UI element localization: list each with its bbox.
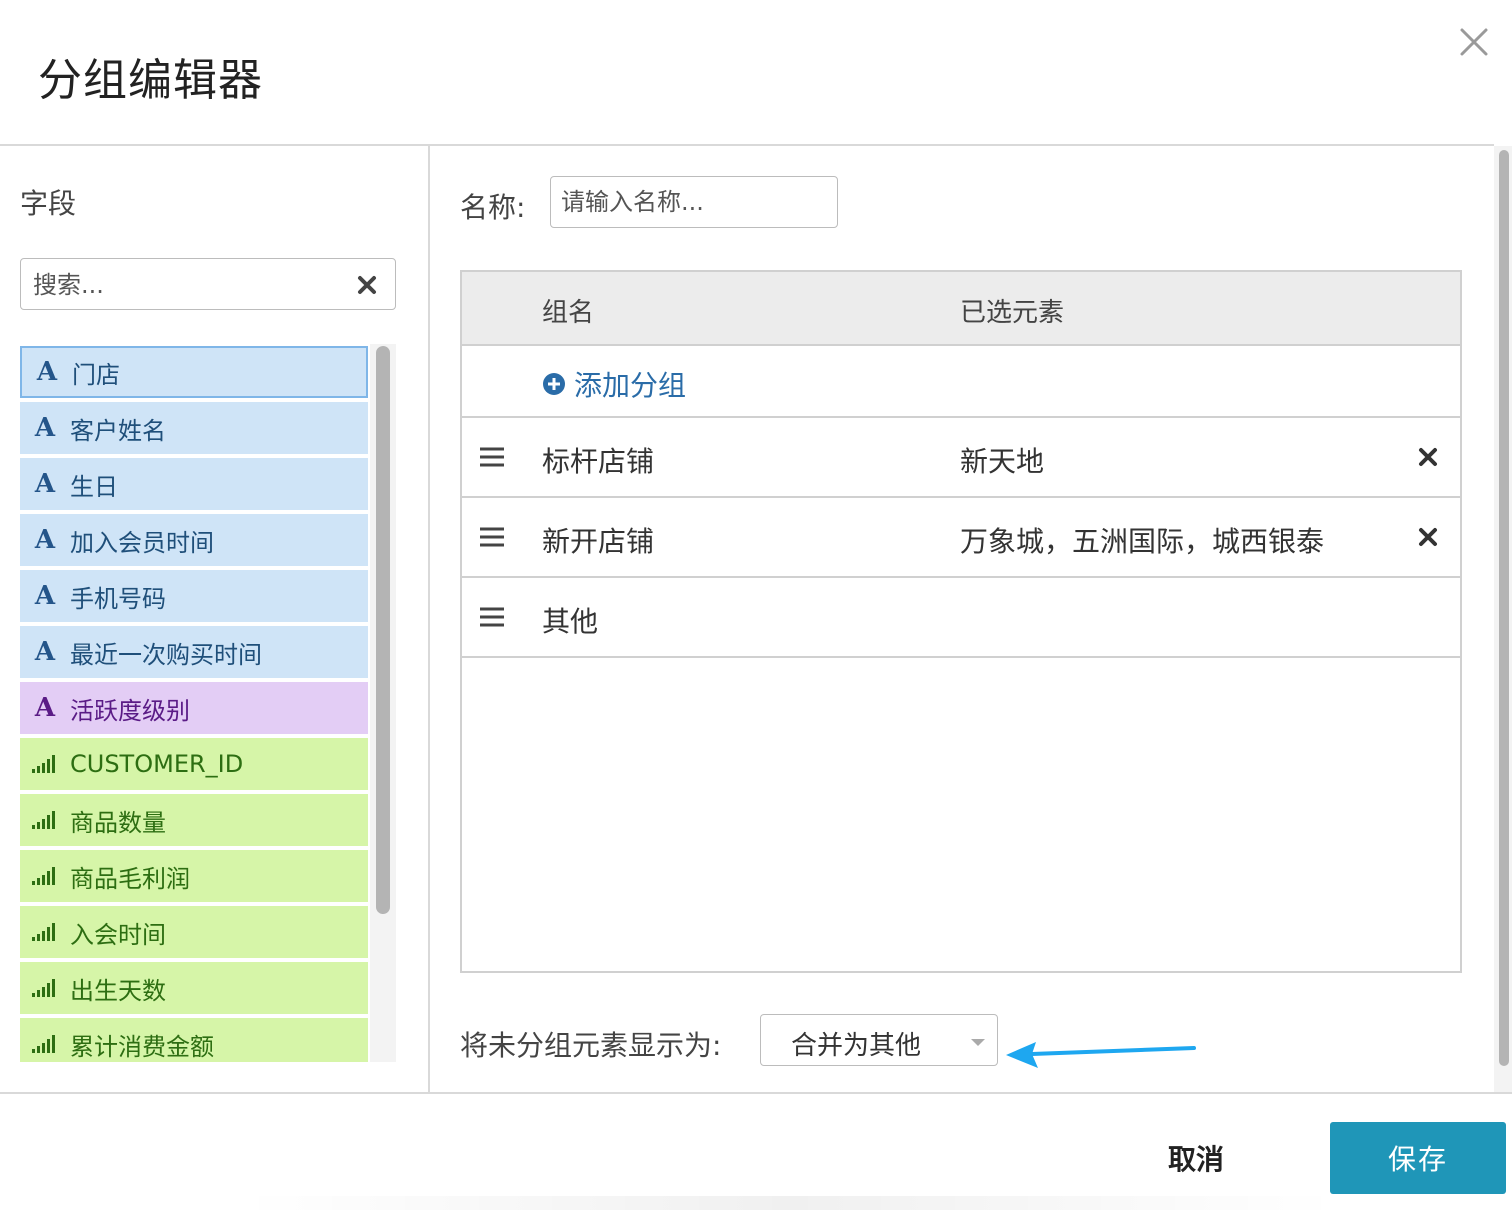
field-item-label: 出生天数 <box>70 976 166 1005</box>
field-item-label: 门店 <box>72 360 120 389</box>
bar-signal-icon <box>20 805 70 836</box>
name-label: 名称: <box>460 191 526 224</box>
table-row[interactable]: 标杆店铺 新天地 <box>462 418 1460 498</box>
ungrouped-display-value: 合并为其他 <box>791 1031 922 1061</box>
group-table: 组名 已选元素 添加分组 标杆店铺 新天地 新开店铺 万象城，五洲国际，城西银泰… <box>460 270 1462 973</box>
field-item-label: 最近一次购买时间 <box>70 640 262 669</box>
footer-divider <box>0 1092 1512 1094</box>
editor-scrollbar-thumb[interactable] <box>1499 150 1509 1066</box>
field-item[interactable]: A 门店 <box>20 346 368 398</box>
field-item[interactable]: 商品数量 <box>20 794 368 846</box>
chevron-down-icon <box>971 1039 985 1046</box>
add-group-button[interactable]: 添加分组 <box>542 364 686 404</box>
field-item-label: 手机号码 <box>70 584 166 613</box>
text-type-icon: A <box>34 581 56 611</box>
close-icon[interactable] <box>1452 20 1496 64</box>
group-name-cell: 新开店铺 <box>542 525 655 558</box>
ungrouped-display-label: 将未分组元素显示为: <box>460 1029 722 1062</box>
field-item-label: 客户姓名 <box>70 416 166 445</box>
save-button[interactable]: 保存 <box>1330 1122 1506 1194</box>
column-header-group-name: 组名 <box>542 298 595 328</box>
group-editor-dialog: 分组编辑器 字段 A 门店 A 客户姓名 A 生日 A 加入会员时间 A 手机号码 A 最近一次购买时… <box>0 0 1512 1210</box>
ungrouped-display-select[interactable]: 合并为其他 <box>760 1014 998 1066</box>
bar-signal-icon <box>20 973 70 1004</box>
group-name-cell: 标杆店铺 <box>542 445 655 478</box>
field-search-input[interactable] <box>31 267 345 303</box>
text-type-icon: A <box>36 357 58 387</box>
field-item-label: CUSTOMER_ID <box>70 750 244 778</box>
bar-signal-icon <box>20 1029 70 1060</box>
field-item[interactable]: 累计消费金额 <box>20 1018 368 1062</box>
clear-search-icon[interactable] <box>355 273 379 297</box>
group-name-cell: 其他 <box>542 605 599 638</box>
field-item-label: 活跃度级别 <box>70 696 190 725</box>
cancel-button[interactable]: 取消 <box>1168 1138 1224 1178</box>
add-group-row: 添加分组 <box>462 346 1460 418</box>
field-item[interactable]: A 生日 <box>20 458 368 510</box>
plus-circle-icon <box>543 373 565 395</box>
field-item[interactable]: 商品毛利润 <box>20 850 368 902</box>
text-type-icon: A <box>34 469 56 499</box>
field-item[interactable]: A 客户姓名 <box>20 402 368 454</box>
text-type-icon: A <box>34 637 56 667</box>
field-list: A 门店 A 客户姓名 A 生日 A 加入会员时间 A 手机号码 A 最近一次购买时间 A 活跃度级别 CU… <box>20 346 370 1062</box>
field-item-label: 商品数量 <box>70 808 166 837</box>
bar-signal-icon <box>20 917 70 948</box>
field-item[interactable]: A 加入会员时间 <box>20 514 368 566</box>
dialog-title: 分组编辑器 <box>38 55 263 106</box>
group-elements-cell: 万象城，五洲国际，城西银泰 <box>960 525 1325 558</box>
field-item[interactable]: A 最近一次购买时间 <box>20 626 368 678</box>
fields-label: 字段 <box>20 187 77 220</box>
field-item-label: 商品毛利润 <box>70 864 190 893</box>
drag-handle-icon[interactable] <box>480 446 504 468</box>
panel-divider <box>428 146 430 1092</box>
field-item[interactable]: A 手机号码 <box>20 570 368 622</box>
footer-shadow <box>240 1196 1340 1210</box>
column-header-selected-elements: 已选元素 <box>960 298 1065 328</box>
drag-handle-icon[interactable] <box>480 526 504 548</box>
field-list-scrollbar-thumb[interactable] <box>376 346 390 914</box>
field-item[interactable]: 入会时间 <box>20 906 368 958</box>
field-item-label: 生日 <box>70 472 118 501</box>
text-type-icon: A <box>34 525 56 555</box>
bar-signal-icon <box>20 749 70 780</box>
table-row[interactable]: 其他 <box>462 578 1460 658</box>
table-header-row: 组名 已选元素 <box>462 272 1460 346</box>
field-item[interactable]: 出生天数 <box>20 962 368 1014</box>
name-input[interactable] <box>550 176 838 228</box>
field-item-label: 累计消费金额 <box>70 1032 214 1061</box>
add-group-label: 添加分组 <box>574 369 687 402</box>
field-item-label: 加入会员时间 <box>70 528 214 557</box>
bar-signal-icon <box>20 861 70 892</box>
text-type-icon: A <box>34 413 56 443</box>
table-row[interactable]: 新开店铺 万象城，五洲国际，城西银泰 <box>462 498 1460 578</box>
delete-row-icon[interactable] <box>1418 527 1438 547</box>
field-item[interactable]: CUSTOMER_ID <box>20 738 368 790</box>
field-search-box <box>20 258 396 310</box>
field-item[interactable]: A 活跃度级别 <box>20 682 368 734</box>
delete-row-icon[interactable] <box>1418 447 1438 467</box>
group-elements-cell: 新天地 <box>960 445 1045 478</box>
field-item-label: 入会时间 <box>70 920 166 949</box>
drag-handle-icon[interactable] <box>480 606 504 628</box>
text-type-icon: A <box>34 693 56 723</box>
annotation-arrow-icon <box>1006 1042 1196 1068</box>
